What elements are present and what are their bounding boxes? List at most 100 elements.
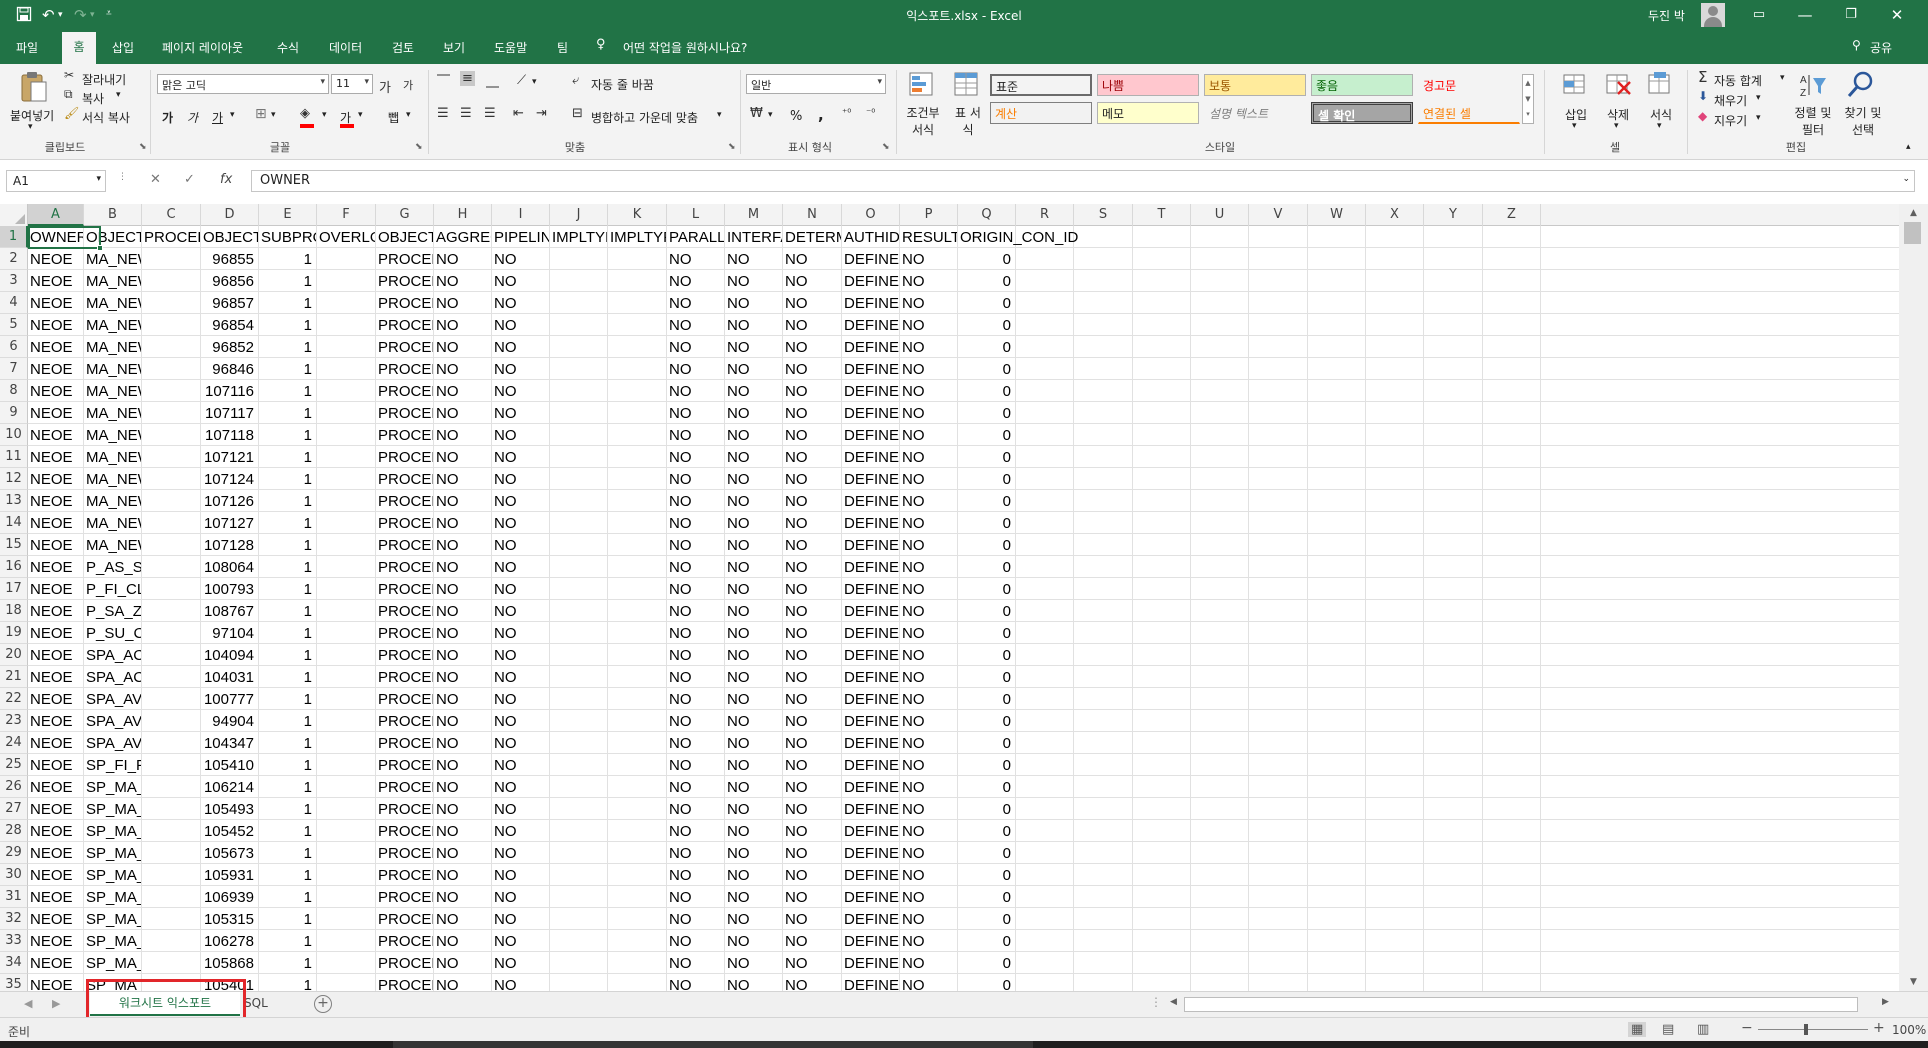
cell-subprogram[interactable]: 1 [259, 776, 316, 798]
cell-pipelined[interactable]: NO [492, 248, 549, 270]
add-sheet-icon[interactable]: + [314, 995, 332, 1013]
cell-deterministic[interactable]: NO [783, 820, 841, 842]
cell-parallel[interactable]: NO [667, 358, 724, 380]
cell-aggregate[interactable]: NO [434, 886, 491, 908]
cell-origin-con-id[interactable]: 0 [958, 358, 1015, 380]
zoom-slider-knob[interactable] [1804, 1024, 1808, 1035]
cell-deterministic[interactable]: NO [783, 886, 841, 908]
alignment-launcher-icon[interactable]: ⬊ [728, 142, 736, 152]
paste-dropdown-icon[interactable]: ▾ [28, 122, 33, 132]
cell-pipelined[interactable]: NO [492, 446, 549, 468]
cell-owner[interactable]: NEOE [28, 864, 83, 886]
percent-button[interactable]: % [790, 109, 802, 124]
cell-origin-con-id[interactable]: 0 [958, 292, 1015, 314]
cell-result-cache[interactable]: NO [900, 424, 957, 446]
cell-aggregate[interactable]: NO [434, 798, 491, 820]
cell-origin-con-id[interactable]: 0 [958, 666, 1015, 688]
cell-object-type[interactable]: PROCEDU [376, 820, 433, 842]
cell-object-name[interactable]: SP_MA_BIZAREA_DEL [84, 776, 141, 798]
cell-subprogram[interactable]: 1 [259, 886, 316, 908]
fill-color-icon[interactable]: ◈ [300, 106, 310, 121]
copy-dropdown-icon[interactable]: ▾ [116, 90, 121, 100]
cell-origin-con-id[interactable]: 0 [958, 754, 1015, 776]
cell-owner[interactable]: NEOE [28, 512, 83, 534]
row-header-31[interactable]: 31 [0, 886, 28, 908]
cell-pipelined[interactable]: NO [492, 622, 549, 644]
cell-object-name[interactable]: MA_NEW_POST_CHA [84, 446, 141, 468]
font-launcher-icon[interactable]: ⬊ [415, 142, 423, 152]
cell-origin-con-id[interactable]: 0 [958, 490, 1015, 512]
cell-owner[interactable]: NEOE [28, 578, 83, 600]
zoom-in-icon[interactable]: + [1873, 1020, 1885, 1036]
cell-object-id[interactable]: 96846 [201, 358, 258, 380]
row-header-11[interactable]: 11 [0, 446, 28, 468]
cell-origin-con-id[interactable]: 0 [958, 842, 1015, 864]
row-header-3[interactable]: 3 [0, 270, 28, 292]
row-header-32[interactable]: 32 [0, 908, 28, 930]
cell-interface[interactable]: NO [725, 908, 782, 930]
column-header-o[interactable]: O [842, 204, 900, 226]
cell-object-name[interactable]: SPA_ACF0020_AVATH [84, 644, 141, 666]
autosum-dropdown-icon[interactable]: ▾ [1780, 73, 1785, 83]
cell-aggregate[interactable]: NO [434, 908, 491, 930]
ribbon-display-icon[interactable]: ▭ [1736, 0, 1782, 32]
cell-subprogram[interactable]: 1 [259, 490, 316, 512]
row-header-17[interactable]: 17 [0, 578, 28, 600]
cell-object-name[interactable]: MA_NEW_POST_CON [84, 512, 141, 534]
scroll-right-icon[interactable]: ▶ [1882, 997, 1889, 1007]
cell-interface[interactable]: NO [725, 864, 782, 886]
cell-origin-con-id[interactable]: 0 [958, 798, 1015, 820]
cell-origin-con-id[interactable]: 0 [958, 688, 1015, 710]
cell-deterministic[interactable]: NO [783, 754, 841, 776]
cell-object-name[interactable]: SPA_ACF0020_AVATH [84, 666, 141, 688]
cell-interface[interactable]: NO [725, 468, 782, 490]
cell-authid[interactable]: DEFINER [842, 578, 899, 600]
cell-result-cache[interactable]: NO [900, 358, 957, 380]
copy-button[interactable]: 복사 [82, 90, 104, 107]
cell-owner[interactable]: NEOE [28, 600, 83, 622]
cell-interface[interactable]: NO [725, 358, 782, 380]
cell-result-cache[interactable]: NO [900, 688, 957, 710]
close-icon[interactable]: ✕ [1874, 0, 1920, 32]
cell-aggregate[interactable]: NO [434, 864, 491, 886]
borders-icon[interactable]: ⊞ [255, 106, 267, 122]
cell-object-name[interactable]: MA_NEW_POST_CON [84, 534, 141, 556]
cell-object-type[interactable]: PROCEDU [376, 556, 433, 578]
merge-center-button[interactable]: 병합하고 가운데 맞춤 [591, 109, 698, 126]
enter-icon[interactable]: ✓ [184, 172, 195, 187]
cell-result-cache[interactable]: NO [900, 578, 957, 600]
column-header-l[interactable]: L [667, 204, 725, 226]
cell-owner[interactable]: NEOE [28, 776, 83, 798]
conditional-format-button[interactable]: 조건부 서식 [903, 104, 943, 138]
scroll-down-icon[interactable]: ▼ [1899, 973, 1928, 991]
header-cell[interactable]: SUBPROG [259, 226, 316, 248]
cell-interface[interactable]: NO [725, 820, 782, 842]
cell-aggregate[interactable]: NO [434, 380, 491, 402]
cell-owner[interactable]: NEOE [28, 534, 83, 556]
cell-result-cache[interactable]: NO [900, 952, 957, 974]
clear-dropdown-icon[interactable]: ▾ [1756, 113, 1761, 123]
cell-deterministic[interactable]: NO [783, 556, 841, 578]
cell-result-cache[interactable]: NO [900, 754, 957, 776]
cell-subprogram[interactable]: 1 [259, 578, 316, 600]
cell-result-cache[interactable]: NO [900, 402, 957, 424]
cell-deterministic[interactable]: NO [783, 380, 841, 402]
select-all-button[interactable] [0, 204, 28, 226]
column-header-v[interactable]: V [1249, 204, 1308, 226]
cell-result-cache[interactable]: NO [900, 622, 957, 644]
cell-deterministic[interactable]: NO [783, 336, 841, 358]
cell-pipelined[interactable]: NO [492, 908, 549, 930]
format-table-button[interactable]: 표 서식 [950, 104, 986, 138]
cell-deterministic[interactable]: NO [783, 710, 841, 732]
cell-object-type[interactable]: PROCEDU [376, 930, 433, 952]
cell-object-type[interactable]: PROCEDU [376, 380, 433, 402]
cell-result-cache[interactable]: NO [900, 820, 957, 842]
cell-object-name[interactable]: MA_NEW_POST_CHA [84, 380, 141, 402]
column-header-z[interactable]: Z [1483, 204, 1541, 226]
cell-aggregate[interactable]: NO [434, 688, 491, 710]
cell-authid[interactable]: DEFINER [842, 380, 899, 402]
normal-view-icon[interactable]: ▦ [1628, 1022, 1647, 1037]
column-header-a[interactable]: A [28, 204, 84, 226]
row-header-33[interactable]: 33 [0, 930, 28, 952]
tab-split-handle-icon[interactable]: ⋮ [1150, 995, 1162, 1009]
